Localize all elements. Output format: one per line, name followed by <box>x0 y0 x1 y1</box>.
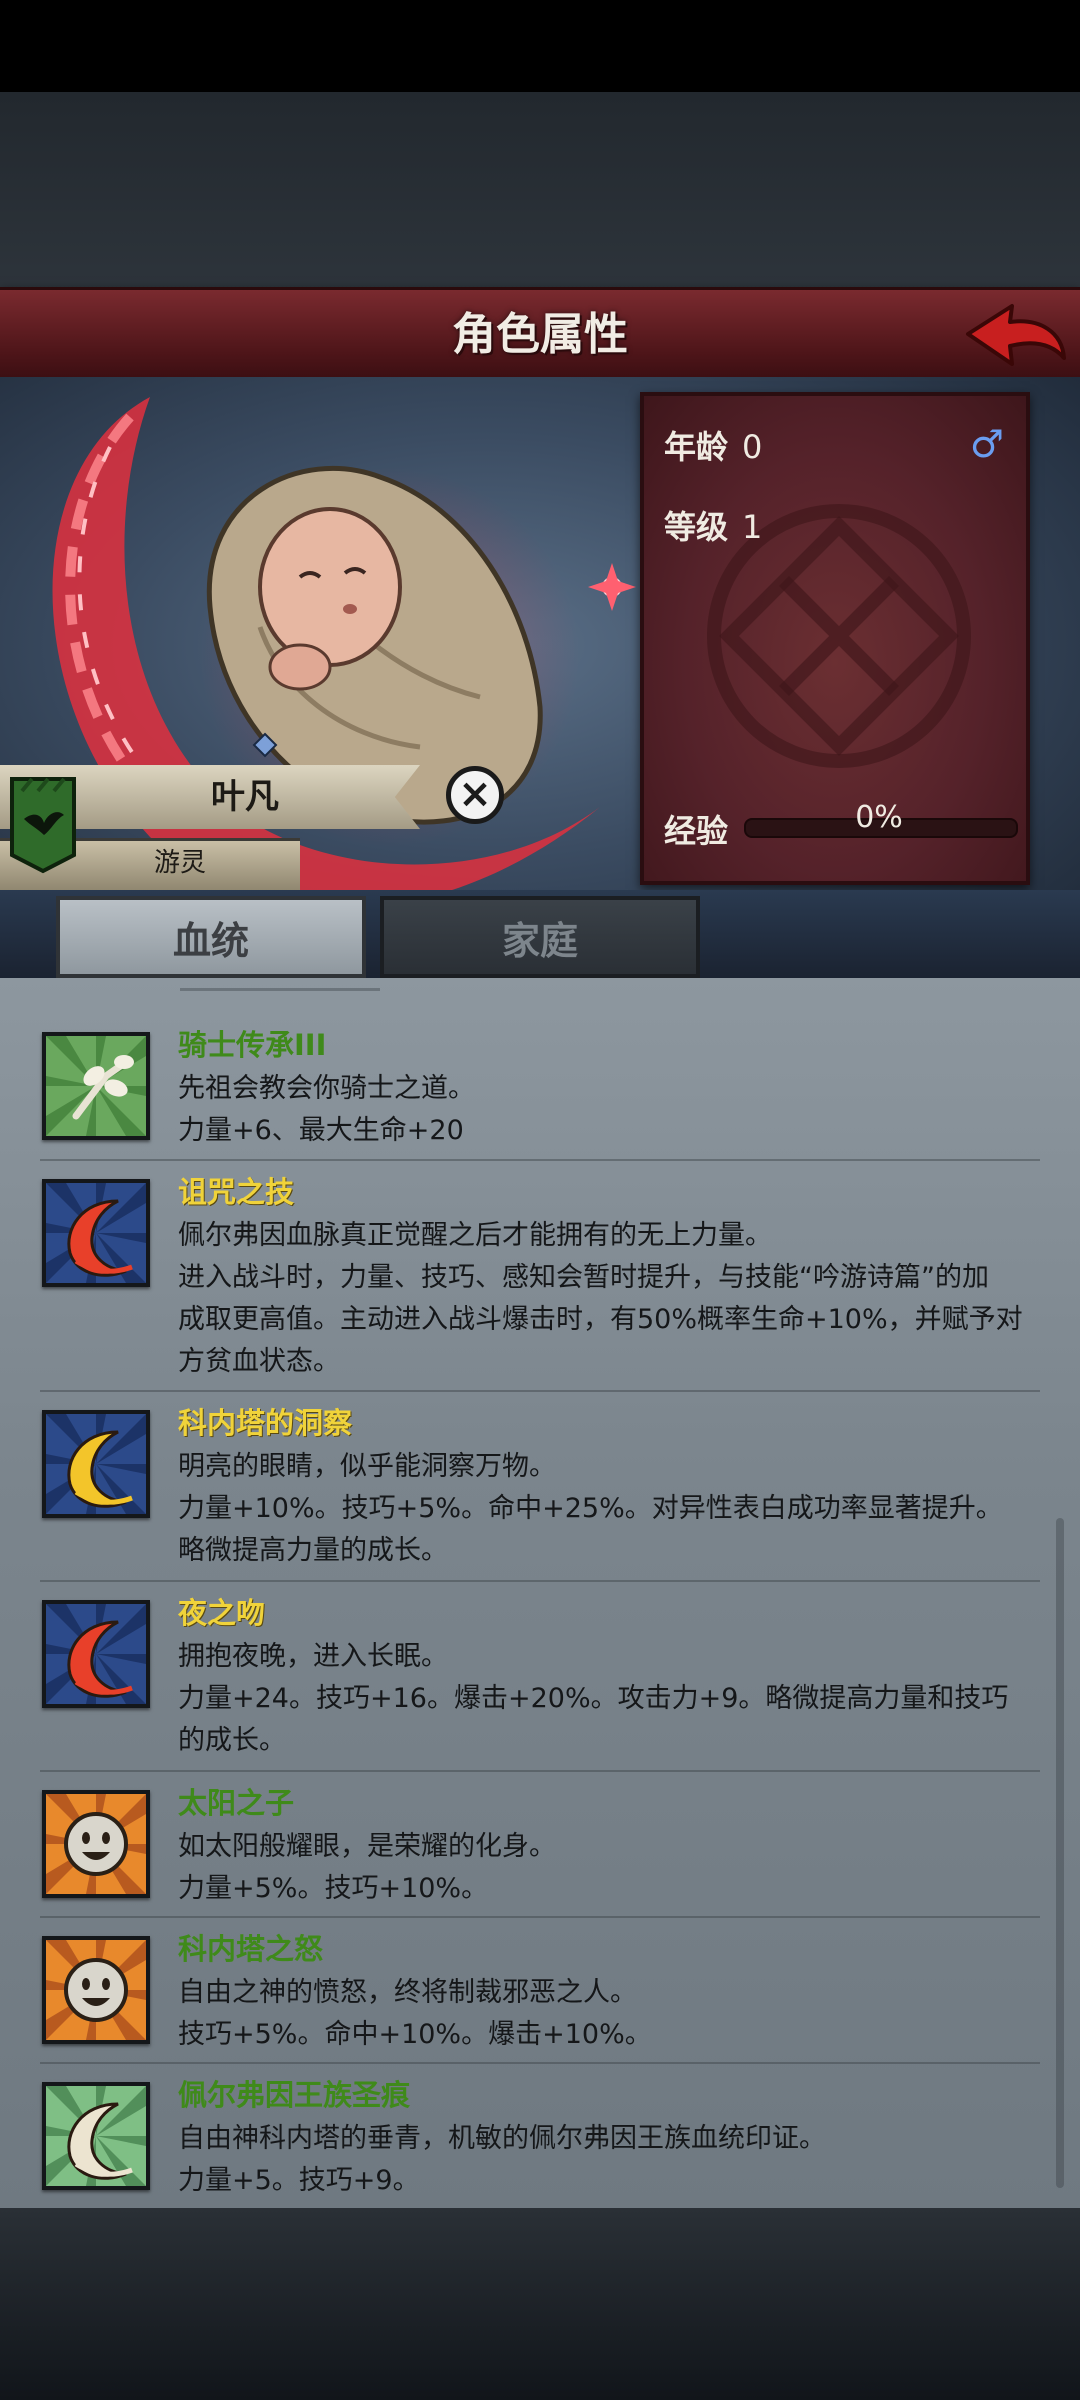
trait-description-line: 技巧+5%。命中+10%。爆击+10%。 <box>178 2019 652 2050</box>
gold-crescent-icon <box>42 1410 150 1518</box>
trait-description-line: 进入战斗时，力量、技巧、感知会暂时提升，与技能“吟游诗篇”的加 <box>178 1262 989 1293</box>
status-bar <box>0 0 1080 92</box>
trait-description-line: 方贫血状态。 <box>178 1346 340 1377</box>
trait-divider <box>40 1159 1040 1161</box>
trait-title: 诅咒之技 <box>178 1175 295 1209</box>
clipped-previous-item <box>180 978 380 991</box>
trait-description-line: 力量+24。技巧+16。爆击+20%。攻击力+9。略微提高力量和技巧 <box>178 1683 1009 1714</box>
trait-description-line: 如太阳般耀眼，是荣耀的化身。 <box>178 1831 556 1862</box>
trait-description-line: 力量+10%。技巧+5%。命中+25%。对异性表白成功率显著提升。 <box>178 1493 1003 1524</box>
trait-description-line: 成取更高值。主动进入战斗爆击时，有50%概率生命+10%，并赋予对 <box>178 1304 1023 1335</box>
trait-description-line: 力量+5。技巧+9。 <box>178 2165 420 2196</box>
trait-description-line: 先祖会教会你骑士之道。 <box>178 1073 475 1104</box>
age-label: 年龄 <box>664 428 729 466</box>
stat-panel: 年龄 0 ♂ 等级 1 经验 0% <box>640 392 1030 885</box>
character-name: 叶凡 <box>211 777 279 817</box>
trait-title: 夜之吻 <box>178 1596 266 1630</box>
level-label: 等级 <box>664 508 729 546</box>
age-row: 年龄 0 <box>664 422 762 468</box>
trait-title: 科内塔之怒 <box>178 1932 324 1966</box>
trait-description-line: 的成长。 <box>178 1725 286 1756</box>
back-arrow-icon[interactable] <box>960 296 1070 376</box>
trait-list[interactable]: 骑士传承III 先祖会教会你骑士之道。 力量+6、最大生命+20 诅咒之技佩尔弗因血脉… <box>0 978 1080 2208</box>
red-crescent-icon <box>42 1179 150 1287</box>
trait-title: 科内塔的洞察 <box>178 1406 353 1440</box>
top-backdrop <box>0 92 1080 287</box>
exp-label: 经验 <box>664 812 729 850</box>
trait-title: 骑士传承III <box>178 1028 327 1062</box>
sun-face-icon <box>42 1936 150 2044</box>
character-subtitle: 游灵 <box>153 848 206 878</box>
trait-divider <box>40 1580 1040 1582</box>
trait-title: 佩尔弗因王族圣痕 <box>178 2078 411 2112</box>
trait-description-line: 略微提高力量的成长。 <box>178 1535 448 1566</box>
trait-description-line: 明亮的眼睛，似乎能洞察万物。 <box>178 1451 556 1482</box>
trait-divider <box>40 1916 1040 1918</box>
branch-icon <box>42 1032 150 1140</box>
trait-description-line: 自由之神的愤怒，终将制裁邪恶之人。 <box>178 1977 637 2008</box>
trait-description-line: 自由神科内塔的垂青，机敏的佩尔弗因王族血统印证。 <box>178 2123 826 2154</box>
trait-description-line: 拥抱夜晚，进入长眠。 <box>178 1641 448 1672</box>
level-row: 等级 1 <box>664 502 762 548</box>
title-bar: 角色属性 <box>0 287 1080 384</box>
bottom-backdrop <box>0 2208 1080 2400</box>
trait-description-line: 力量+5%。技巧+10%。 <box>178 1873 489 1904</box>
white-crescent-icon <box>42 2082 150 2190</box>
scrollbar[interactable] <box>1056 1518 1064 2188</box>
tab-family[interactable]: 家庭 <box>380 896 700 978</box>
faction-banner-icon <box>10 777 76 874</box>
trait-description-line: 佩尔弗因血脉真正觉醒之后才能拥有的无上力量。 <box>178 1220 772 1251</box>
exp-value: 0% <box>855 800 903 835</box>
tab-bloodline[interactable]: 血统 <box>56 896 366 978</box>
trait-description-line: 力量+6、最大生命+20 <box>178 1115 464 1146</box>
trait-divider <box>40 1390 1040 1392</box>
level-value: 1 <box>742 508 763 546</box>
trait-title: 太阳之子 <box>178 1786 295 1820</box>
red-crescent-icon <box>42 1600 150 1708</box>
sun-face-icon <box>42 1790 150 1898</box>
trait-divider <box>40 1770 1040 1772</box>
level-pin-icon <box>252 732 278 758</box>
age-value: 0 <box>742 428 763 466</box>
trait-divider <box>40 2062 1040 2064</box>
close-icon[interactable]: × <box>446 766 504 824</box>
male-gender-icon: ♂ <box>969 422 1004 466</box>
page-title: 角色属性 <box>452 309 628 360</box>
